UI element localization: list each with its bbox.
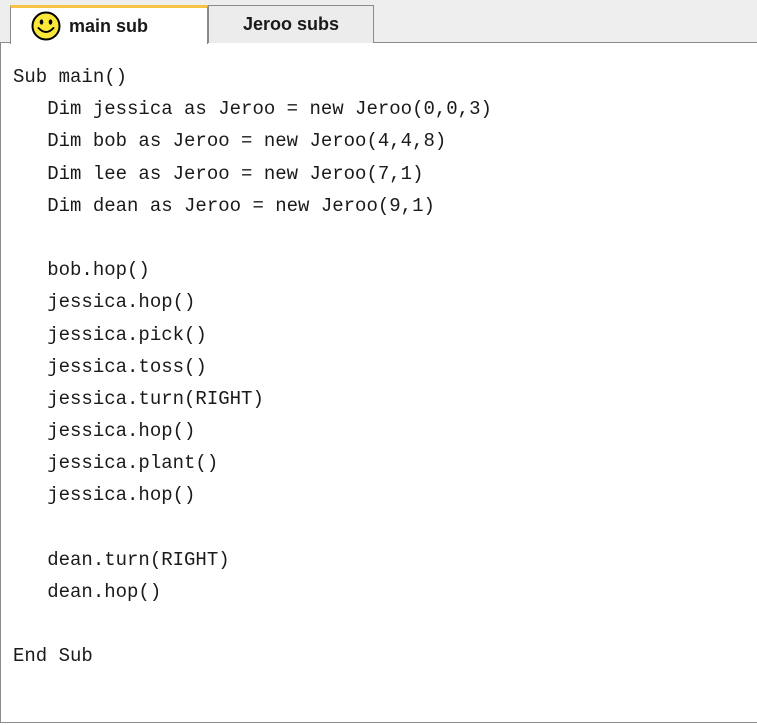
code-line: dean.turn(RIGHT) <box>13 548 230 571</box>
jeroo-editor-window: main sub Jeroo subs Sub main() Dim jessi… <box>0 0 757 725</box>
code-line: dean.hop() <box>13 581 162 603</box>
code-line: Dim dean as Jeroo = new Jeroo(9,1) <box>13 194 435 217</box>
code-line: jessica.hop() <box>13 291 196 314</box>
code-line: Dim jessica as Jeroo = new Jeroo(0,0,3) <box>13 98 492 121</box>
code-line: Dim lee as Jeroo = new Jeroo(7,1) <box>13 162 424 185</box>
tab-jeroo-subs-label: Jeroo subs <box>242 14 340 34</box>
code-line: Dim bob as Jeroo = new Jeroo(4,4,8) <box>13 130 447 153</box>
code-editor[interactable]: Sub main() Dim jessica as Jeroo = new Je… <box>0 43 757 725</box>
tab-main-sub[interactable]: main sub <box>10 5 208 44</box>
code-line: jessica.turn(RIGHT) <box>13 387 264 410</box>
code-line: jessica.hop() <box>13 420 196 443</box>
code-line: End Sub <box>13 645 93 668</box>
code-line: jessica.pick() <box>13 323 207 346</box>
tab-main-sub-label: main sub <box>69 15 149 36</box>
code-text: Sub main() Dim jessica as Jeroo = new Je… <box>13 61 492 673</box>
code-line: jessica.toss() <box>13 355 207 378</box>
code-line: Sub main() <box>13 66 128 88</box>
smiley-icon <box>31 11 61 41</box>
code-line: bob.hop() <box>13 259 150 282</box>
code-line: jessica.hop() <box>13 484 196 507</box>
code-line: jessica.plant() <box>13 452 219 475</box>
tab-jeroo-subs[interactable]: Jeroo subs <box>208 5 374 43</box>
tab-strip: main sub Jeroo subs <box>0 0 757 44</box>
